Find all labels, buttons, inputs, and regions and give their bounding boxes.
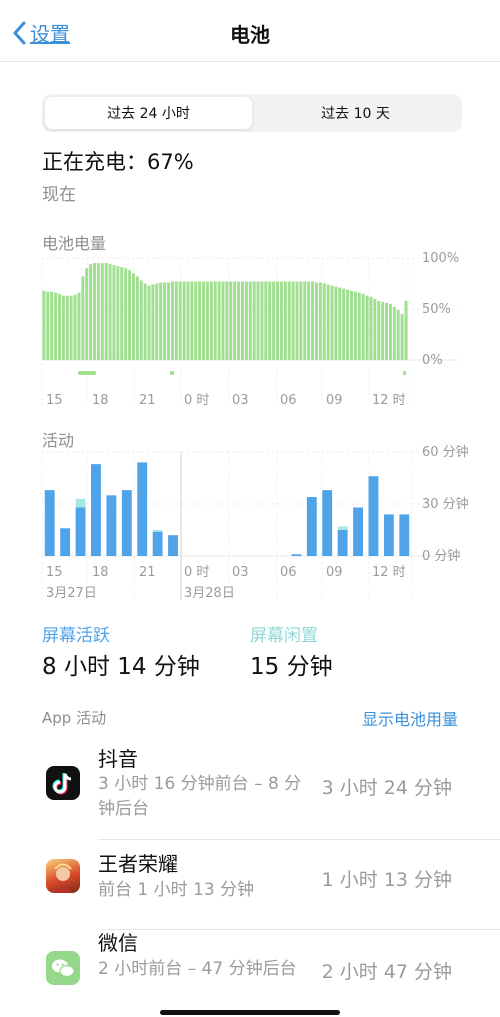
activity-active-bar xyxy=(368,476,379,556)
app-usage-detail: 3 小时 16 分钟前台 – 8 分钟后台 xyxy=(98,774,302,819)
activity-active-bar xyxy=(121,490,132,556)
activity-active-bar xyxy=(291,554,302,556)
app-usage-total: 2 小时 47 分钟 xyxy=(321,961,452,983)
activity-active-bar xyxy=(168,535,178,556)
app-name: 王者荣耀 xyxy=(98,852,178,876)
activity-active-bar xyxy=(322,490,333,556)
screen-active-label: 屏幕活跃 xyxy=(42,626,110,646)
honor-of-kings-icon xyxy=(46,859,80,893)
app-name: 微信 xyxy=(98,931,138,955)
screen-active-value: 8 小时 14 分钟 xyxy=(42,654,200,680)
wechat-icon xyxy=(46,951,80,985)
app-usage-detail: 2 小时前台 – 47 分钟后台 xyxy=(98,959,297,979)
activity-date-label: 3月27日 xyxy=(46,586,97,601)
app-usage-total: 3 小时 24 分钟 xyxy=(321,777,452,799)
activity-active-bar xyxy=(337,530,348,556)
activity-x-tick-label: 12 时 xyxy=(372,565,406,580)
activity-idle-bar xyxy=(75,498,86,508)
activity-idle-bar xyxy=(337,526,348,530)
app-row-honor-of-kings[interactable]: 王者荣耀 前台 1 小时 13 分钟 1 小时 13 分钟 xyxy=(0,845,500,930)
activity-y-tick-label: 0 分钟 xyxy=(422,548,460,564)
screen-idle-value: 15 分钟 xyxy=(250,654,333,680)
douyin-icon xyxy=(46,766,80,800)
activity-active-bar xyxy=(152,531,163,556)
home-indicator xyxy=(160,1010,340,1015)
row-divider xyxy=(98,839,500,840)
activity-active-bar xyxy=(353,507,363,556)
activity-active-bar xyxy=(91,464,101,556)
app-name: 抖音 xyxy=(98,747,138,771)
screen-idle-label: 屏幕闲置 xyxy=(250,626,318,646)
activity-y-tick-label: 60 分钟 xyxy=(422,444,469,460)
activity-active-bar xyxy=(44,490,55,556)
app-row-wechat[interactable]: 微信 2 小时前台 – 47 分钟后台 2 小时 47 分钟 xyxy=(0,927,500,1012)
activity-x-tick-label: 21 xyxy=(139,565,156,580)
activity-idle-bar xyxy=(152,530,163,532)
activity-x-tick-label: 03 xyxy=(232,565,249,580)
activity-x-tick-label: 15 xyxy=(46,565,63,580)
activity-active-bar xyxy=(383,514,394,556)
app-row-douyin[interactable]: 抖音 3 小时 16 分钟前台 – 8 分钟后台 3 小时 24 分钟 xyxy=(0,740,500,840)
activity-active-bar xyxy=(399,514,410,556)
activity-x-tick-label: 0 时 xyxy=(184,565,209,580)
activity-x-tick-label: 09 xyxy=(326,565,343,580)
activity-active-bar xyxy=(306,497,317,556)
activity-active-bar xyxy=(106,495,117,556)
activity-date-label: 3月28日 xyxy=(184,586,235,601)
activity-x-tick-label: 18 xyxy=(92,565,109,580)
activity-active-bar xyxy=(137,462,148,556)
activity-active-bar xyxy=(60,528,71,556)
activity-chart: 60 分钟 30 分钟 0 分钟 15 18 21 0 时 03 06 09 12 时 3月27日 3月… xyxy=(41,444,469,601)
app-usage-detail: 前台 1 小时 13 分钟 xyxy=(98,880,255,900)
app-usage-total: 1 小时 13 分钟 xyxy=(321,869,452,891)
app-activity-label: App 活动 xyxy=(42,709,107,727)
activity-active-bar xyxy=(75,507,86,556)
activity-x-tick-label: 06 xyxy=(280,565,297,580)
show-battery-usage-link[interactable]: 显示电池用量 xyxy=(362,706,458,730)
activity-y-tick-label: 30 分钟 xyxy=(422,496,469,512)
